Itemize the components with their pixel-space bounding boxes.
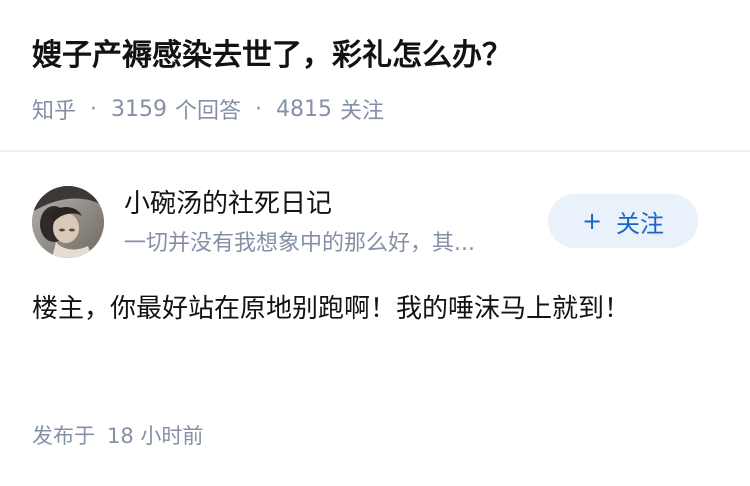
avatar-photo — [32, 186, 104, 258]
publish-time-value: 18 小时前 — [107, 424, 204, 448]
answer-count-label: 个回答 — [175, 99, 242, 124]
follower-count: 4815 — [276, 96, 333, 122]
author-name[interactable]: 小碗汤的社死日记 — [124, 186, 332, 222]
author-bio: 一切并没有我想象中的那么好，其... — [124, 231, 475, 256]
answer-card: 小碗汤的社死日记 一切并没有我想象中的那么好，其... + 关注 楼主，你最好站… — [0, 152, 750, 486]
publish-time: 发布于 18 小时前 — [32, 420, 203, 450]
question-meta: 知乎 · 3159 个回答 · 4815 关注 — [32, 93, 384, 125]
plus-icon: + — [581, 207, 603, 235]
meta-separator: · — [255, 96, 263, 122]
answer-content[interactable]: 楼主，你最好站在原地别跑啊！我的唾沫马上就到！ — [32, 286, 692, 332]
follow-button-label: 关注 — [616, 209, 665, 238]
follower-count-label: 关注 — [340, 99, 385, 124]
source-label[interactable]: 知乎 — [32, 93, 76, 125]
author-avatar[interactable] — [32, 186, 104, 258]
answer-count: 3159 — [111, 96, 168, 122]
follow-button[interactable]: + 关注 — [548, 194, 698, 248]
question-title[interactable]: 嫂子产褥感染去世了，彩礼怎么办？ — [32, 34, 512, 78]
question-header: 嫂子产褥感染去世了，彩礼怎么办？ 知乎 · 3159 个回答 · 4815 关注 — [0, 0, 750, 150]
meta-separator: · — [90, 96, 98, 122]
publish-label: 发布于 — [32, 424, 95, 448]
